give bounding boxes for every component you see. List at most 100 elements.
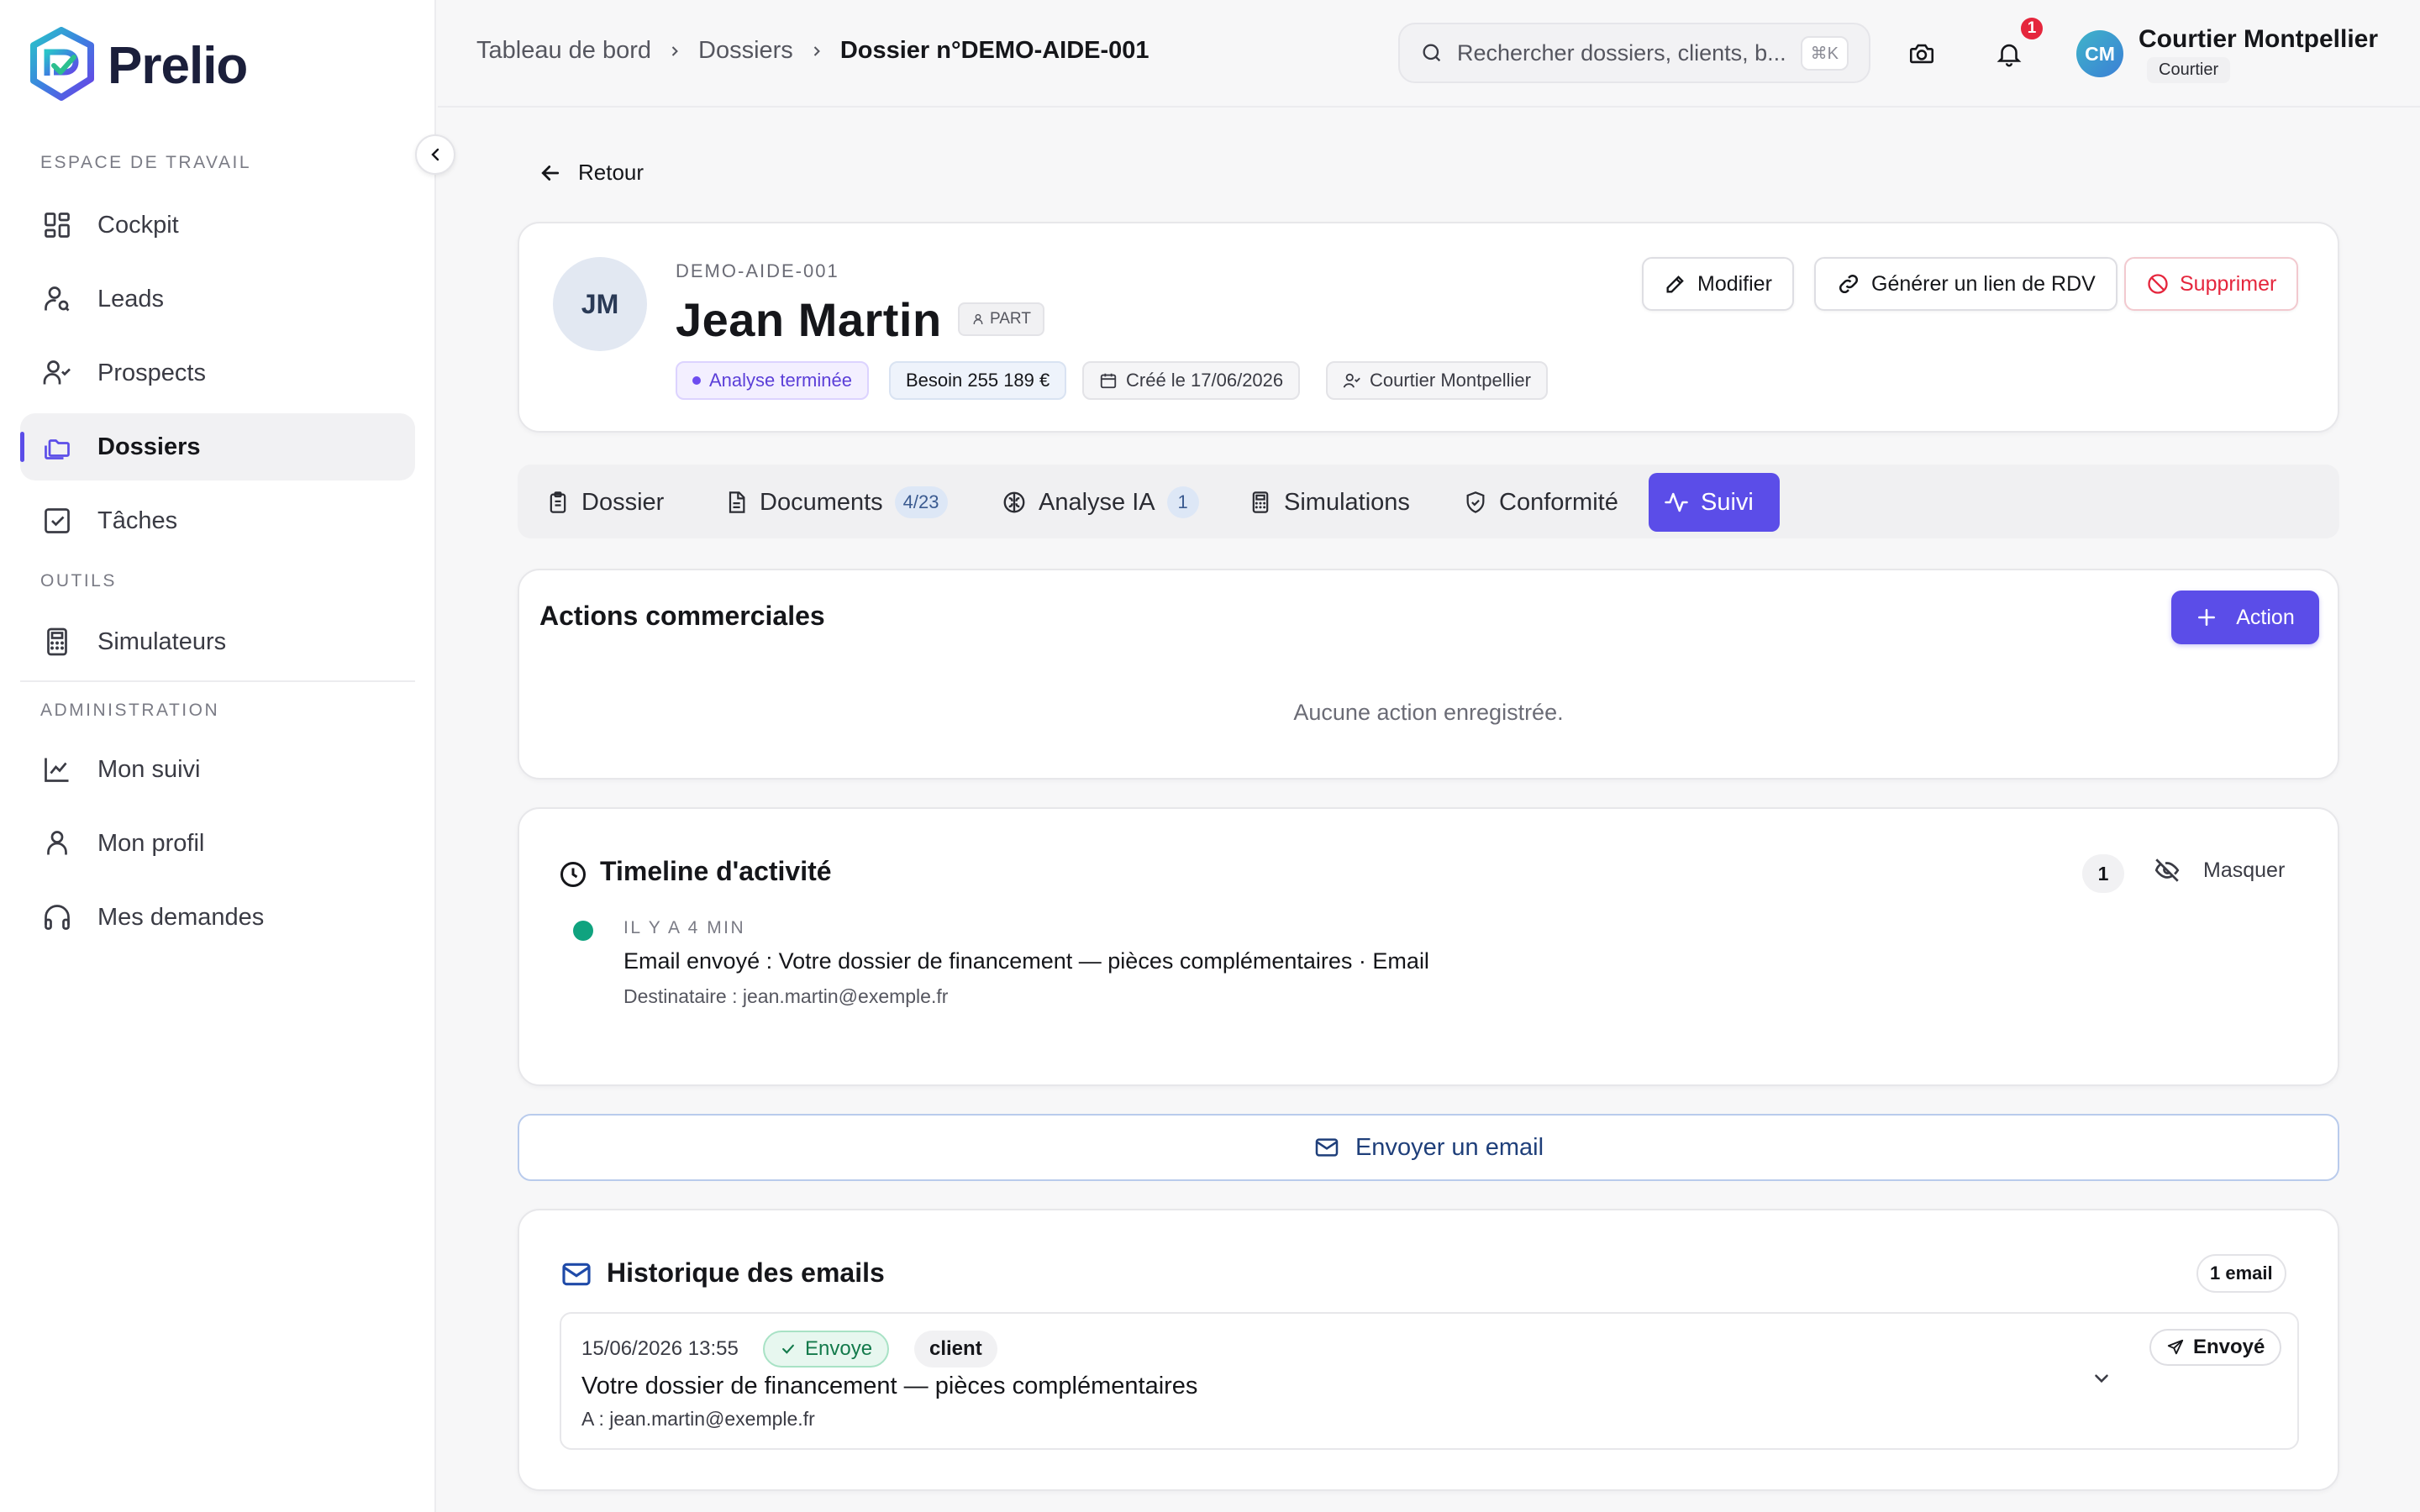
generate-rdv-link-label: Générer un lien de RDV: [1871, 271, 2096, 296]
chevron-down-icon[interactable]: [2091, 1368, 2112, 1389]
email-list-item[interactable]: 15/06/2026 13:55 Envoye client Votre dos…: [560, 1312, 2299, 1450]
link-icon: [1839, 274, 1859, 294]
tab-label: Simulations: [1284, 488, 1410, 516]
edit-button[interactable]: Modifier: [1642, 257, 1794, 311]
timeline-title: Timeline d'activité: [600, 856, 832, 886]
timeline-event-time: IL Y A 4 MIN: [623, 918, 746, 937]
user-role-badge: Courtier: [2147, 57, 2231, 83]
edit-label: Modifier: [1697, 271, 1772, 296]
nav-divider: [20, 680, 415, 682]
mail-icon: [562, 1263, 591, 1286]
breadcrumb-current: Dossier n°DEMO-AIDE-001: [839, 37, 1150, 64]
generate-rdv-link-button[interactable]: Générer un lien de RDV: [1814, 257, 2118, 311]
sidebar-item-label: Prospects: [97, 359, 206, 386]
timeline-event-text: Email envoyé : Votre dossier de financem…: [623, 948, 1429, 974]
checkbox-icon: [40, 504, 74, 538]
tab-dossier[interactable]: Dossier: [531, 473, 679, 532]
sidebar-item-mon-suivi[interactable]: Mon suivi: [20, 736, 415, 803]
screenshot-button[interactable]: [1902, 34, 1942, 74]
sidebar-item-cockpit[interactable]: Cockpit: [20, 192, 415, 259]
email-status-badge: Envoye: [763, 1331, 890, 1368]
sidebar-item-label: Tâches: [97, 507, 178, 534]
email-sent-label: Envoyé: [2193, 1336, 2265, 1358]
need-label: Besoin 255 189 €: [906, 370, 1050, 391]
camera-icon: [1909, 44, 1934, 64]
sidebar-item-label: Simulateurs: [97, 627, 227, 655]
email-subject: Votre dossier de financement — pièces co…: [581, 1373, 1198, 1399]
breadcrumb-dashboard[interactable]: Tableau de bord: [476, 37, 651, 65]
back-button[interactable]: Retour: [538, 160, 644, 186]
search-input[interactable]: [1457, 39, 1785, 66]
dossier-tabs: Dossier Documents 4/23 Analyse IA 1 Simu…: [518, 465, 2339, 538]
timeline-event-recipient: Destinataire : jean.martin@exemple.fr: [623, 985, 949, 1007]
status-dot: [692, 376, 701, 385]
tab-label: Suivi: [1701, 488, 1754, 516]
tab-simulations[interactable]: Simulations: [1234, 473, 1425, 532]
sidebar-item-label: Cockpit: [97, 211, 179, 239]
client-header-card: JM DEMO-AIDE-001 Jean Martin PART Analys…: [518, 222, 2339, 433]
user-check-icon: [1343, 373, 1360, 388]
add-action-button[interactable]: Action: [2171, 591, 2319, 644]
sidebar-item-mes-demandes[interactable]: Mes demandes: [20, 884, 415, 951]
headset-icon: [40, 900, 74, 934]
tab-documents[interactable]: Documents 4/23: [709, 473, 963, 532]
send-email-label: Envoyer un email: [1355, 1133, 1544, 1161]
sidebar-item-mon-profil[interactable]: Mon profil: [20, 810, 415, 877]
tab-suivi[interactable]: Suivi: [1649, 473, 1780, 532]
delete-button[interactable]: Supprimer: [2124, 257, 2299, 311]
sidebar-item-dossiers[interactable]: Dossiers: [20, 413, 415, 480]
sidebar-collapse-button[interactable]: [415, 134, 455, 175]
hide-timeline-button[interactable]: Masquer: [2153, 856, 2285, 885]
brain-icon: [1003, 491, 1025, 513]
email-date: 15/06/2026 13:55: [581, 1337, 739, 1360]
activity-icon: [1665, 492, 1688, 512]
email-sent-badge: Envoyé: [2149, 1329, 2282, 1366]
calculator-icon: [40, 625, 74, 659]
eye-off-icon: [2154, 858, 2180, 882]
dashboard-icon: [40, 208, 74, 242]
send-icon: [2167, 1339, 2184, 1355]
sidebar-item-leads[interactable]: Leads: [20, 265, 415, 333]
nav-section-workspace: ESPACE DE TRAVAIL: [40, 153, 252, 172]
calendar-icon: [1100, 373, 1117, 389]
client-avatar: JM: [553, 257, 647, 351]
pencil-icon: [1666, 276, 1684, 293]
sidebar-item-label: Mon profil: [97, 829, 205, 857]
tab-label: Analyse IA: [1039, 488, 1155, 516]
search-icon: [1423, 44, 1441, 62]
prelio-logo-icon: [30, 27, 94, 101]
app-logo[interactable]: Prelio: [27, 27, 248, 104]
sidebar-item-prospects[interactable]: Prospects: [20, 339, 415, 407]
delete-label: Supprimer: [2180, 271, 2277, 296]
notifications-button[interactable]: [1989, 34, 2029, 74]
timeline-event-dot: [573, 921, 593, 941]
hide-label: Masquer: [2203, 858, 2286, 882]
topbar: Tableau de bord Dossiers Dossier n°DEMO-…: [438, 0, 2420, 108]
email-audience-badge: client: [914, 1331, 997, 1368]
global-search[interactable]: ⌘K: [1398, 23, 1870, 83]
client-type-label: PART: [990, 310, 1031, 328]
user-check-icon: [40, 356, 74, 390]
tab-analyse-ia[interactable]: Analyse IA 1: [986, 473, 1214, 532]
created-badge: Créé le 17/06/2026: [1082, 361, 1301, 400]
send-email-button[interactable]: Envoyer un email: [518, 1114, 2339, 1181]
sidebar-item-simulateurs[interactable]: Simulateurs: [20, 608, 415, 675]
user-avatar[interactable]: CM: [2076, 30, 2123, 77]
sidebar-item-taches[interactable]: Tâches: [20, 487, 415, 554]
bell-icon: [1996, 44, 2022, 67]
sidebar-item-label: Leads: [97, 285, 165, 312]
sidebar-item-label: Mes demandes: [97, 903, 265, 931]
nav-section-tools: OUTILS: [40, 571, 117, 591]
check-icon: [782, 1344, 794, 1354]
user-name[interactable]: Courtier Montpellier: [2139, 25, 2378, 54]
user-icon: [973, 313, 983, 324]
add-action-label: Action: [2236, 605, 2295, 629]
search-shortcut: ⌘K: [1800, 35, 1849, 71]
user-icon: [40, 827, 74, 860]
chevron-right-icon: [671, 45, 678, 56]
tab-conformite[interactable]: Conformité: [1449, 473, 1634, 532]
chevron-right-icon: [813, 45, 820, 56]
tab-count-badge: 4/23: [894, 486, 948, 518]
breadcrumb-dossiers[interactable]: Dossiers: [698, 37, 793, 65]
document-icon: [729, 491, 745, 513]
